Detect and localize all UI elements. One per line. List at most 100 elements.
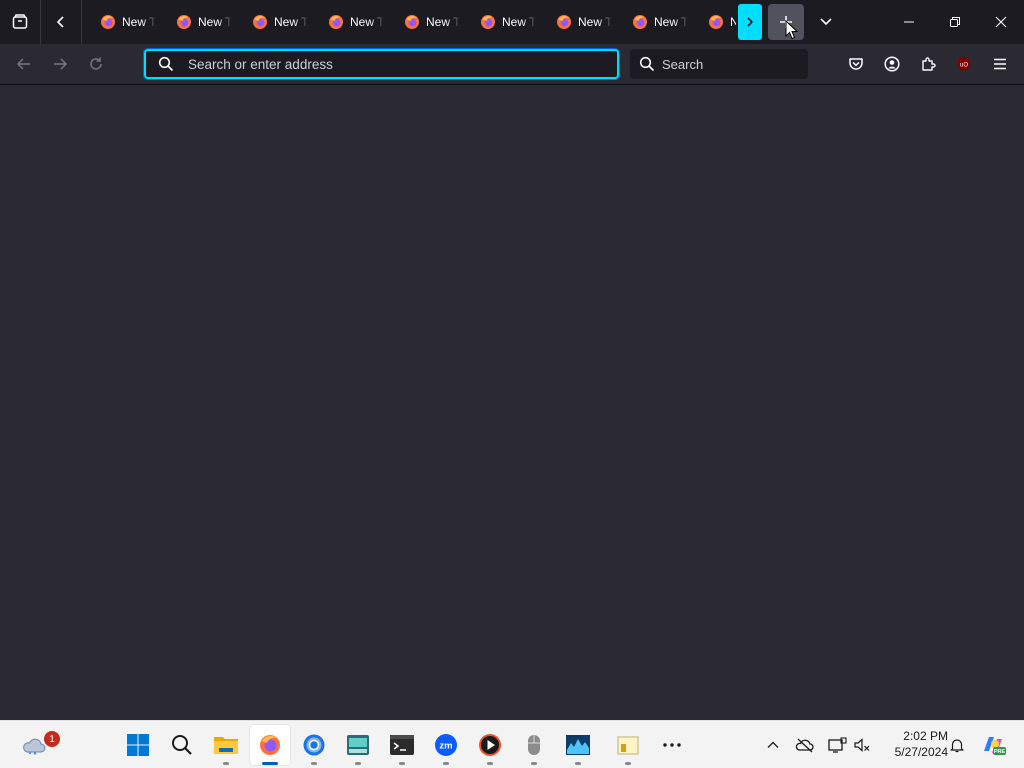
play-icon xyxy=(479,734,501,756)
search-bar[interactable]: Search xyxy=(630,49,808,79)
reload-button[interactable] xyxy=(80,48,112,80)
folder-icon xyxy=(214,737,238,754)
running-indicator xyxy=(487,762,493,765)
tab-title: New Tab xyxy=(654,15,688,29)
copilot-icon: PRE xyxy=(984,737,1006,755)
browser-tab[interactable]: New Tab xyxy=(624,0,700,44)
puzzle-icon xyxy=(922,57,936,71)
terminal-taskbar-button[interactable] xyxy=(382,725,422,765)
firefox-icon xyxy=(633,15,647,29)
firefox-icon xyxy=(177,15,191,29)
tabstrip-divider xyxy=(81,0,82,44)
address-bar[interactable] xyxy=(143,48,620,80)
search-icon xyxy=(158,56,174,72)
close-button[interactable] xyxy=(978,0,1024,44)
running-indicator xyxy=(399,762,405,765)
close-icon xyxy=(995,16,1007,28)
firefox-taskbar-button[interactable] xyxy=(250,725,290,765)
search-icon xyxy=(172,735,192,755)
running-indicator xyxy=(531,762,537,765)
onedrive-status-button[interactable] xyxy=(792,725,818,765)
list-all-tabs-button[interactable] xyxy=(808,4,844,40)
chevron-left-icon xyxy=(56,16,64,28)
start-button[interactable] xyxy=(118,725,158,765)
restore-button[interactable] xyxy=(932,0,978,44)
windows-logo-icon xyxy=(127,734,149,756)
running-indicator xyxy=(262,762,278,765)
account-button[interactable] xyxy=(876,48,908,80)
address-input[interactable] xyxy=(188,56,588,72)
ublock-origin-icon: uO xyxy=(958,57,970,71)
volume-status-button[interactable] xyxy=(850,725,874,765)
widgets-button[interactable]: 1 xyxy=(14,725,60,765)
browser-tab[interactable]: New Tab xyxy=(472,0,548,44)
browser-tab[interactable]: New Tab xyxy=(92,0,168,44)
running-indicator xyxy=(355,762,361,765)
firefox-icon xyxy=(709,15,723,29)
browser-tab[interactable]: New Tab xyxy=(700,0,736,44)
tab-title: New Tab xyxy=(122,15,156,29)
zoom-icon: zm xyxy=(435,734,457,756)
pocket-button[interactable] xyxy=(840,48,872,80)
page-content xyxy=(0,86,1024,720)
media-player-taskbar-button[interactable] xyxy=(470,725,510,765)
browser-tab[interactable]: New Tab xyxy=(320,0,396,44)
firefox-icon xyxy=(329,15,343,29)
browser-tab[interactable]: New Tab xyxy=(244,0,320,44)
show-hidden-icons-button[interactable] xyxy=(762,725,784,765)
chevron-down-icon xyxy=(820,18,832,26)
extensions-button[interactable] xyxy=(912,48,944,80)
running-indicator xyxy=(311,762,317,765)
tab-title: New Tab xyxy=(198,15,232,29)
firefox-view-button[interactable] xyxy=(0,0,40,44)
scroll-tabs-left-button[interactable] xyxy=(41,0,81,44)
performance-monitor-icon xyxy=(566,735,590,755)
cloud-offline-icon xyxy=(795,738,814,753)
navigation-toolbar: Search uO xyxy=(0,44,1024,85)
mouse-app-taskbar-button[interactable] xyxy=(514,725,554,765)
minimize-button[interactable] xyxy=(886,0,932,44)
notification-badge: 1 xyxy=(44,731,60,747)
notes-app-taskbar-button[interactable] xyxy=(608,725,648,765)
firefox-icon xyxy=(557,15,571,29)
file-explorer-button[interactable] xyxy=(206,725,246,765)
running-indicator xyxy=(223,762,229,765)
tab-title: New Tab xyxy=(426,15,460,29)
notifications-button[interactable] xyxy=(946,725,968,765)
running-indicator xyxy=(575,762,581,765)
chevron-right-icon xyxy=(747,17,754,27)
monitor-app-taskbar-button[interactable] xyxy=(558,725,598,765)
clock-time: 2:02 PM xyxy=(903,729,948,743)
keyboard-app-taskbar-button[interactable] xyxy=(338,725,378,765)
app-menu-button[interactable] xyxy=(984,48,1016,80)
network-status-button[interactable] xyxy=(824,725,850,765)
chrome-taskbar-button[interactable] xyxy=(294,725,334,765)
search-bar-placeholder: Search xyxy=(662,56,704,72)
taskbar-clock[interactable]: 2:02 PM 5/27/2024 xyxy=(878,728,948,760)
scroll-tabs-right-button[interactable] xyxy=(738,4,762,40)
svg-text:uO: uO xyxy=(960,63,968,69)
browser-tab[interactable]: New Tab xyxy=(168,0,244,44)
forward-button[interactable] xyxy=(44,48,76,80)
running-indicator xyxy=(443,762,449,765)
firefox-icon xyxy=(260,735,280,755)
more-apps-button[interactable] xyxy=(652,725,692,765)
running-indicator xyxy=(625,762,631,765)
account-icon xyxy=(884,56,900,72)
mouse-cursor-icon xyxy=(785,20,799,40)
ublock-origin-button[interactable]: uO xyxy=(948,48,980,80)
mouse-icon xyxy=(528,735,540,755)
browser-tab[interactable]: New Tab xyxy=(548,0,624,44)
reload-icon xyxy=(90,57,102,70)
svg-text:zm: zm xyxy=(439,741,452,752)
taskbar-search-button[interactable] xyxy=(162,725,202,765)
speaker-muted-icon xyxy=(854,738,870,752)
copilot-button[interactable]: PRE xyxy=(976,725,1010,765)
tab-title: New Tab xyxy=(502,15,536,29)
hamburger-menu-icon xyxy=(994,58,1006,70)
tab-strip: New Tab New Tab New Tab New Tab New Tab New T… xyxy=(0,0,1024,44)
zoom-taskbar-button[interactable]: zm xyxy=(426,725,466,765)
tab-title: New Tab xyxy=(274,15,308,29)
browser-tab[interactable]: New Tab xyxy=(396,0,472,44)
back-button[interactable] xyxy=(8,48,40,80)
